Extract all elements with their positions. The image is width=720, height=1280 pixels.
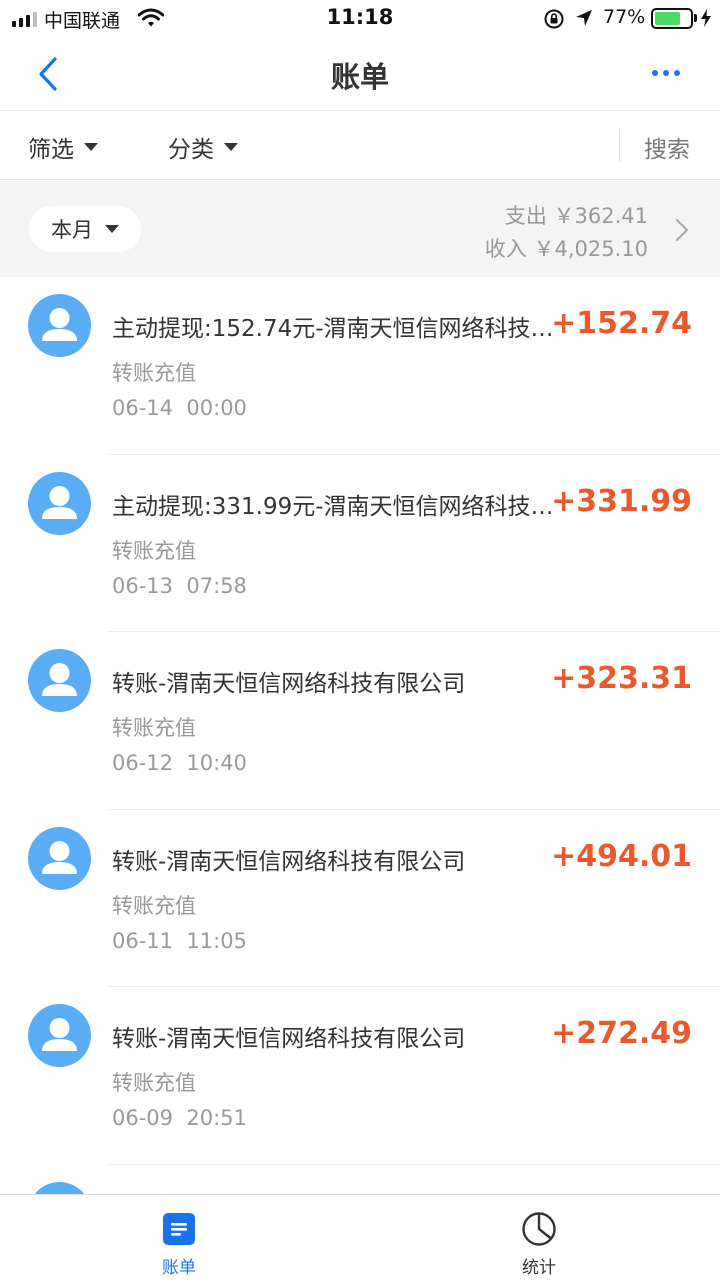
transaction-amount: +331.99 — [551, 483, 692, 519]
rotation-lock-icon — [543, 8, 565, 34]
more-button[interactable] — [640, 58, 692, 88]
transaction-time: 06-13 07:58 — [112, 574, 247, 598]
tab-stats[interactable]: 统计 — [479, 1211, 599, 1278]
income-total: 收入 ￥4,025.10 — [485, 233, 648, 263]
battery-icon — [651, 8, 693, 29]
expense-label: 支出 — [504, 204, 547, 228]
transaction-row[interactable]: 主动提现:331.99元-渭南天恒信网络科技有限公司 转账充值 06-13 07… — [0, 455, 720, 632]
avatar-icon — [28, 294, 91, 357]
caret-down-icon — [224, 143, 238, 151]
avatar-icon — [28, 649, 91, 712]
transaction-title: 转账-渭南天恒信网络科技有限公司 — [112, 848, 466, 875]
filter-label: 筛选 — [28, 137, 74, 163]
expense-total: 支出 ￥362.41 — [505, 200, 648, 230]
transaction-clock: 00:00 — [186, 396, 247, 420]
filter-bar: 筛选 分类 搜索 — [0, 112, 720, 180]
caret-down-icon — [105, 225, 119, 233]
transaction-amount: +152.74 — [551, 306, 692, 341]
expense-amount: ￥362.41 — [553, 204, 648, 228]
battery-percent: 77% — [603, 6, 646, 28]
transaction-clock: 10:40 — [186, 751, 247, 775]
income-amount: ￥4,025.10 — [533, 237, 648, 261]
transaction-date: 06-12 — [112, 751, 174, 775]
tab-stats-label: 统计 — [522, 1258, 556, 1278]
transaction-date: 06-09 — [112, 1106, 174, 1130]
transaction-row[interactable]: 转账-渭南天恒信网络科技有限公司 转账充值 06-12 10:40 +323.3… — [0, 632, 720, 810]
transaction-row[interactable]: 转账-渭南天恒信网络科技有限公司 转账充值 06-11 11:05 +494.0… — [0, 810, 720, 987]
transaction-title: 主动提现:331.99元-渭南天恒信网络科技有限公司 — [112, 493, 558, 520]
transaction-category: 转账充值 — [112, 716, 196, 740]
transaction-row[interactable]: 转账-渭南天恒信网络科技有限公司 转账充值 06-09 20:51 +272.4… — [0, 987, 720, 1165]
month-label: 本月 — [51, 218, 93, 242]
avatar-icon — [28, 1004, 91, 1067]
transaction-category: 转账充值 — [112, 893, 196, 918]
filter-dropdown[interactable]: 筛选 — [28, 130, 98, 164]
transaction-list: 主动提现:152.74元-渭南天恒信网络科技有限公司 转账充值 06-14 00… — [0, 277, 720, 1280]
transaction-clock: 07:58 — [186, 573, 247, 598]
transaction-time: 06-09 20:51 — [112, 1106, 247, 1130]
transaction-category: 转账充值 — [112, 1071, 196, 1095]
transaction-time: 06-12 10:40 — [112, 751, 247, 775]
transaction-date: 06-13 — [112, 573, 174, 598]
transaction-time: 06-14 00:00 — [112, 396, 247, 420]
divider — [619, 130, 620, 162]
transaction-category: 转账充值 — [112, 538, 196, 563]
month-summary[interactable]: 本月 支出 ￥362.41 收入 ￥4,025.10 — [0, 181, 720, 277]
transaction-row[interactable]: 主动提现:152.74元-渭南天恒信网络科技有限公司 转账充值 06-14 00… — [0, 277, 720, 455]
battery-cap — [694, 14, 697, 22]
transaction-title: 主动提现:152.74元-渭南天恒信网络科技有限公司 — [112, 316, 558, 342]
bill-icon — [161, 1211, 197, 1247]
transaction-amount: +494.01 — [551, 838, 692, 874]
location-icon — [574, 8, 594, 32]
transaction-date: 06-11 — [112, 928, 174, 953]
transaction-clock: 11:05 — [186, 928, 247, 953]
status-bar: 中国联通 11:18 77% — [0, 0, 720, 38]
transaction-title: 转账-渭南天恒信网络科技有限公司 — [112, 1026, 466, 1052]
avatar-icon — [28, 471, 91, 535]
transaction-amount: +272.49 — [551, 1016, 692, 1051]
chevron-right-icon — [675, 218, 689, 246]
category-dropdown[interactable]: 分类 — [168, 130, 238, 164]
month-selector[interactable]: 本月 — [29, 206, 141, 252]
transaction-time: 06-11 11:05 — [112, 929, 247, 953]
charging-icon — [700, 8, 712, 32]
page-title: 账单 — [330, 60, 389, 94]
tab-bill-label: 账单 — [162, 1258, 196, 1278]
transaction-clock: 20:51 — [186, 1106, 247, 1130]
transaction-title: 转账-渭南天恒信网络科技有限公司 — [112, 671, 466, 697]
transaction-category: 转账充值 — [112, 361, 196, 385]
avatar-icon — [28, 826, 91, 890]
tab-bill[interactable]: 账单 — [119, 1211, 239, 1278]
category-label: 分类 — [168, 137, 214, 163]
search-button[interactable]: 搜索 — [644, 130, 690, 164]
tab-bar: 账单 统计 — [0, 1194, 720, 1280]
income-label: 收入 — [484, 237, 527, 261]
caret-down-icon — [84, 143, 98, 151]
transaction-amount: +323.31 — [551, 661, 692, 696]
nav-bar: 账单 — [0, 38, 720, 111]
pie-chart-icon — [521, 1211, 557, 1247]
transaction-date: 06-14 — [112, 396, 174, 420]
